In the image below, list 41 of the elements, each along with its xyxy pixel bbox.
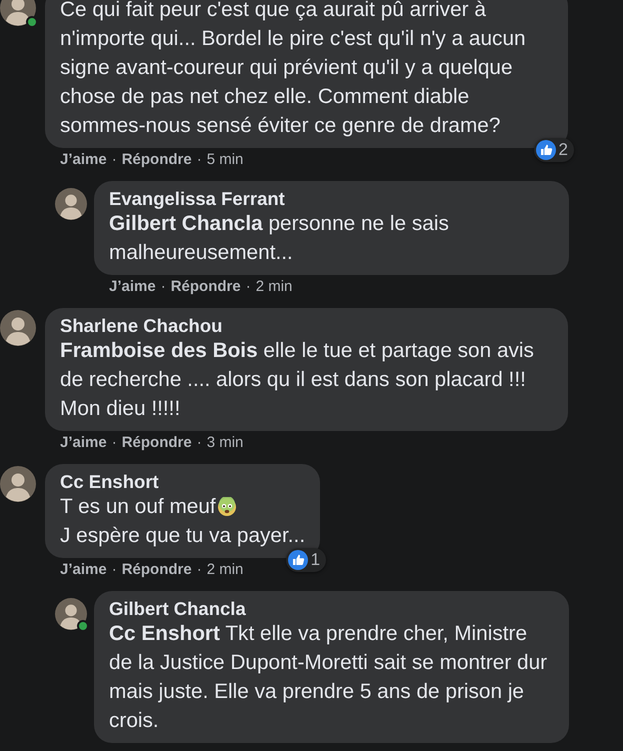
action-link[interactable]: J’aime: [60, 151, 107, 169]
action-link[interactable]: Répondre: [122, 151, 192, 169]
avatar[interactable]: [55, 188, 87, 220]
comment-text: Framboise des Bois elle le tue et partage son avis de recherche .... alors qu il est dans son placard !!! Mon dieu !!!!!: [60, 338, 535, 422]
separator-dot: ·: [196, 151, 202, 169]
avatar[interactable]: [0, 466, 36, 502]
author-name[interactable]: Gilbert Chancla: [109, 598, 554, 619]
action-link[interactable]: Répondre: [170, 278, 241, 296]
timestamp: 3 min: [206, 434, 244, 452]
thumbs-up-icon: [288, 550, 308, 570]
avatar[interactable]: [55, 598, 87, 630]
separator-dot: ·: [246, 278, 251, 296]
action-link[interactable]: Répondre: [122, 561, 192, 579]
timestamp: 2 min: [256, 278, 292, 296]
separator-dot: ·: [112, 434, 117, 452]
reaction-count: 2: [558, 140, 568, 160]
thumbs-up-icon: [536, 140, 556, 160]
comment-text: J espère que tu va payer...: [60, 523, 306, 549]
comment-text: Cc Enshort Tkt elle va prendre cher, Ministre de la Justice Dupont-Moretti sait se montrer dur mais juste. Elle va prendre 5 ans de prison je crois.: [109, 621, 548, 734]
separator-dot: ·: [196, 434, 202, 452]
avatar[interactable]: [0, 0, 36, 26]
author-name[interactable]: Cc Enshort: [60, 471, 306, 492]
separator-dot: ·: [196, 561, 202, 579]
author-name[interactable]: Sharlene Chachou: [60, 315, 553, 336]
comment-text: Ce qui fait peur c'est que ça aurait pû arriver à n'importe qui... Bordel le pire c'est qu'il n'y a aucun signe avant-coureur qui prévient qu'il y a quelque chose de pas net chez elle. Comment diable sommes-nous sensé éviter ce genre de drame?: [60, 0, 527, 139]
comment-text: Gilbert Chancla personne ne le sais malheureusement...: [109, 211, 450, 266]
action-link[interactable]: Répondre: [122, 434, 192, 452]
reaction-count: 1: [310, 550, 320, 570]
timestamp: 2 min: [206, 561, 244, 579]
separator-dot: ·: [160, 278, 166, 296]
timestamp: 5 min: [206, 151, 244, 169]
reaction-badge[interactable]: 1: [286, 548, 326, 572]
author-name[interactable]: Evangelissa Ferrant: [109, 188, 554, 209]
comment-text: T es un ouf meuf: [60, 494, 216, 520]
reaction-badge[interactable]: 2: [534, 138, 574, 162]
separator-dot: ·: [112, 151, 117, 169]
action-link[interactable]: J’aime: [109, 278, 156, 296]
action-link[interactable]: J’aime: [60, 434, 107, 452]
separator-dot: ·: [112, 561, 117, 579]
action-link[interactable]: J’aime: [60, 561, 107, 579]
avatar[interactable]: [0, 310, 36, 346]
